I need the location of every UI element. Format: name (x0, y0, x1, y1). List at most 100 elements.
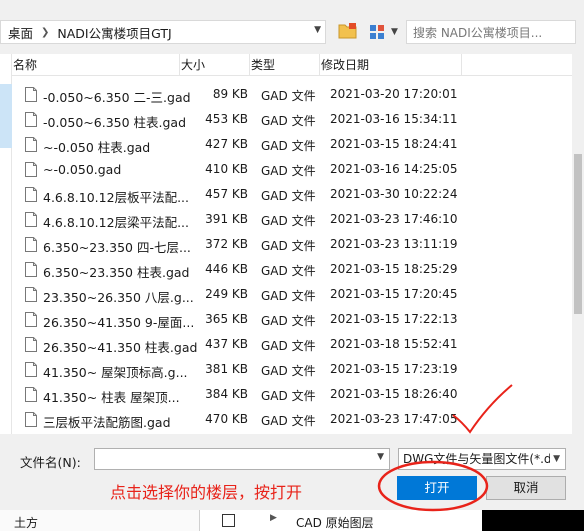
address-bar[interactable]: 桌面 ❯ NADI公寓楼项目GTJ ▼ (0, 20, 326, 44)
file-icon (25, 162, 37, 177)
file-icon (25, 112, 37, 127)
file-icon (25, 387, 37, 402)
layer-checkbox[interactable] (222, 514, 235, 527)
file-name[interactable]: 4.6.8.10.12层板平法配... (43, 187, 189, 206)
file-row[interactable]: 6.350~23.350 四-七层... 372 KB GAD 文件 2021-03-… (12, 233, 552, 258)
file-modified: 2021-03-20 17:20:01 (330, 87, 458, 101)
file-type: GAD 文件 (261, 364, 316, 378)
file-icon (25, 237, 37, 252)
file-name[interactable]: ~-0.050.gad (43, 162, 121, 177)
instruction-annotation: 点击选择你的楼层，按打开 (110, 483, 303, 502)
file-size: 384 KB (205, 387, 248, 401)
file-row[interactable]: 4.6.8.10.12层梁平法配... 391 KB GAD 文件 2021-03-2… (12, 208, 552, 233)
file-size: 427 KB (205, 137, 248, 151)
file-size: 410 KB (205, 162, 248, 176)
layer-name: CAD 原始图层 (296, 516, 374, 530)
file-row[interactable]: 23.350~26.350 八层.g... 249 KB GAD 文件 2021-03… (12, 283, 552, 308)
file-type: GAD 文件 (261, 139, 316, 153)
file-type-select[interactable]: DWG文件与矢量图文件(*.dv ▼ (398, 448, 566, 470)
column-name[interactable]: 名称 (12, 54, 180, 76)
file-row[interactable]: 6.350~23.350 柱表.gad 446 KB GAD 文件 2021-03-1… (12, 258, 552, 283)
file-size: 365 KB (205, 312, 248, 326)
file-type: GAD 文件 (261, 114, 316, 128)
file-type: GAD 文件 (261, 239, 316, 253)
file-icon (25, 262, 37, 277)
file-icon (25, 287, 37, 302)
file-row[interactable]: 41.350~ 柱表 屋架顶... 384 KB GAD 文件 2021-03-15 … (12, 383, 552, 408)
file-row[interactable]: 26.350~41.350 柱表.gad 437 KB GAD 文件 2021-03-… (12, 333, 552, 358)
file-name[interactable]: 6.350~23.350 柱表.gad (43, 262, 189, 281)
file-name[interactable]: ~-0.050 柱表.gad (43, 137, 150, 156)
file-modified: 2021-03-15 18:25:29 (330, 262, 458, 276)
file-modified: 2021-03-23 17:47:05 (330, 412, 458, 426)
file-type: GAD 文件 (261, 189, 316, 203)
chevron-down-icon[interactable]: ▼ (377, 452, 384, 462)
background-canvas (482, 510, 584, 531)
file-name[interactable]: 三层板平法配筋图.gad (43, 412, 171, 431)
open-button[interactable]: 打开 (397, 476, 477, 500)
file-name[interactable]: 41.350~ 柱表 屋架顶... (43, 387, 180, 406)
file-size: 437 KB (205, 337, 248, 351)
file-icon (25, 137, 37, 152)
file-name[interactable]: 4.6.8.10.12层梁平法配... (43, 212, 189, 231)
column-type[interactable]: 类型 (250, 54, 320, 76)
chevron-down-icon[interactable]: ▼ (550, 449, 560, 469)
file-row[interactable]: 26.350~41.350 9-屋面... 365 KB GAD 文件 2021-03… (12, 308, 552, 333)
file-list[interactable]: 名称 大小 类型 修改日期 -0.050~6.350 二-三.gad 89 KB G… (12, 54, 572, 434)
file-icon (25, 187, 37, 202)
file-row[interactable]: 三层板平法配筋图.gad 470 KB GAD 文件 2021-03-23 17:47… (12, 408, 552, 433)
file-row[interactable]: ~-0.050 柱表.gad 427 KB GAD 文件 2021-03-15 18:… (12, 133, 552, 158)
file-size: 446 KB (205, 262, 248, 276)
file-row[interactable]: -0.050~6.350 柱表.gad 453 KB GAD 文件 2021-03-1… (12, 108, 552, 133)
file-name[interactable]: 6.350~23.350 四-七层... (43, 237, 191, 256)
file-size: 470 KB (205, 412, 248, 426)
file-icon (25, 87, 37, 102)
file-type: GAD 文件 (261, 89, 316, 103)
nav-selected-item[interactable] (0, 84, 12, 148)
scrollbar-thumb[interactable] (574, 154, 582, 314)
file-modified: 2021-03-15 17:23:19 (330, 362, 458, 376)
chevron-down-icon[interactable]: ▼ (391, 27, 398, 37)
expand-arrow-icon[interactable]: ▶ (270, 513, 277, 523)
file-name[interactable]: 26.350~41.350 9-屋面... (43, 312, 194, 331)
file-name[interactable]: -0.050~6.350 二-三.gad (43, 87, 191, 106)
file-name[interactable]: 41.350~ 屋架顶标高.g... (43, 362, 188, 381)
file-size: 457 KB (205, 187, 248, 201)
file-type: GAD 文件 (261, 314, 316, 328)
file-type: GAD 文件 (261, 164, 316, 178)
file-icon (25, 412, 37, 427)
file-size: 391 KB (205, 212, 248, 226)
file-modified: 2021-03-15 17:22:13 (330, 312, 458, 326)
breadcrumb-separator-icon: ❯ (41, 26, 50, 38)
view-options-icon[interactable]: ▼ (368, 22, 400, 42)
background-app: 土方 ▶ CAD 原始图层 (0, 510, 584, 531)
file-type: GAD 文件 (261, 289, 316, 303)
file-type: GAD 文件 (261, 389, 316, 403)
file-type: GAD 文件 (261, 214, 316, 228)
file-type-value[interactable]: DWG文件与矢量图文件(*.dv (403, 452, 559, 466)
vertical-scrollbar[interactable] (572, 54, 584, 434)
file-row[interactable]: 4.6.8.10.12层板平法配... 457 KB GAD 文件 2021-03-3… (12, 183, 552, 208)
background-left-text: 土方 (14, 516, 39, 530)
new-folder-icon[interactable] (338, 22, 358, 40)
file-modified: 2021-03-23 17:46:10 (330, 212, 458, 226)
column-modified[interactable]: 修改日期 (320, 54, 462, 76)
file-modified: 2021-03-16 15:34:11 (330, 112, 458, 126)
file-row[interactable]: 41.350~ 屋架顶标高.g... 381 KB GAD 文件 2021-03-15… (12, 358, 552, 383)
navigation-pane[interactable] (0, 54, 12, 434)
filename-input[interactable]: ▼ (94, 448, 390, 470)
file-modified: 2021-03-15 18:24:41 (330, 137, 458, 151)
breadcrumb-desktop[interactable]: 桌面 (1, 23, 33, 42)
column-size[interactable]: 大小 (180, 54, 250, 76)
file-row[interactable]: -0.050~6.350 二-三.gad 89 KB GAD 文件 2021-03-2… (12, 83, 552, 108)
chevron-down-icon[interactable]: ▼ (314, 25, 321, 35)
file-name[interactable]: -0.050~6.350 柱表.gad (43, 112, 186, 131)
breadcrumb-project[interactable]: NADI公寓楼项目GTJ (57, 23, 171, 42)
file-row[interactable]: ~-0.050.gad 410 KB GAD 文件 2021-03-16 14:25:… (12, 158, 552, 183)
cancel-button[interactable]: 取消 (486, 476, 566, 500)
file-size: 372 KB (205, 237, 248, 251)
file-icon (25, 337, 37, 352)
file-name[interactable]: 26.350~41.350 柱表.gad (43, 337, 197, 356)
file-name[interactable]: 23.350~26.350 八层.g... (43, 287, 194, 306)
search-input[interactable]: 搜索 NADI公寓楼项目... (406, 20, 576, 44)
